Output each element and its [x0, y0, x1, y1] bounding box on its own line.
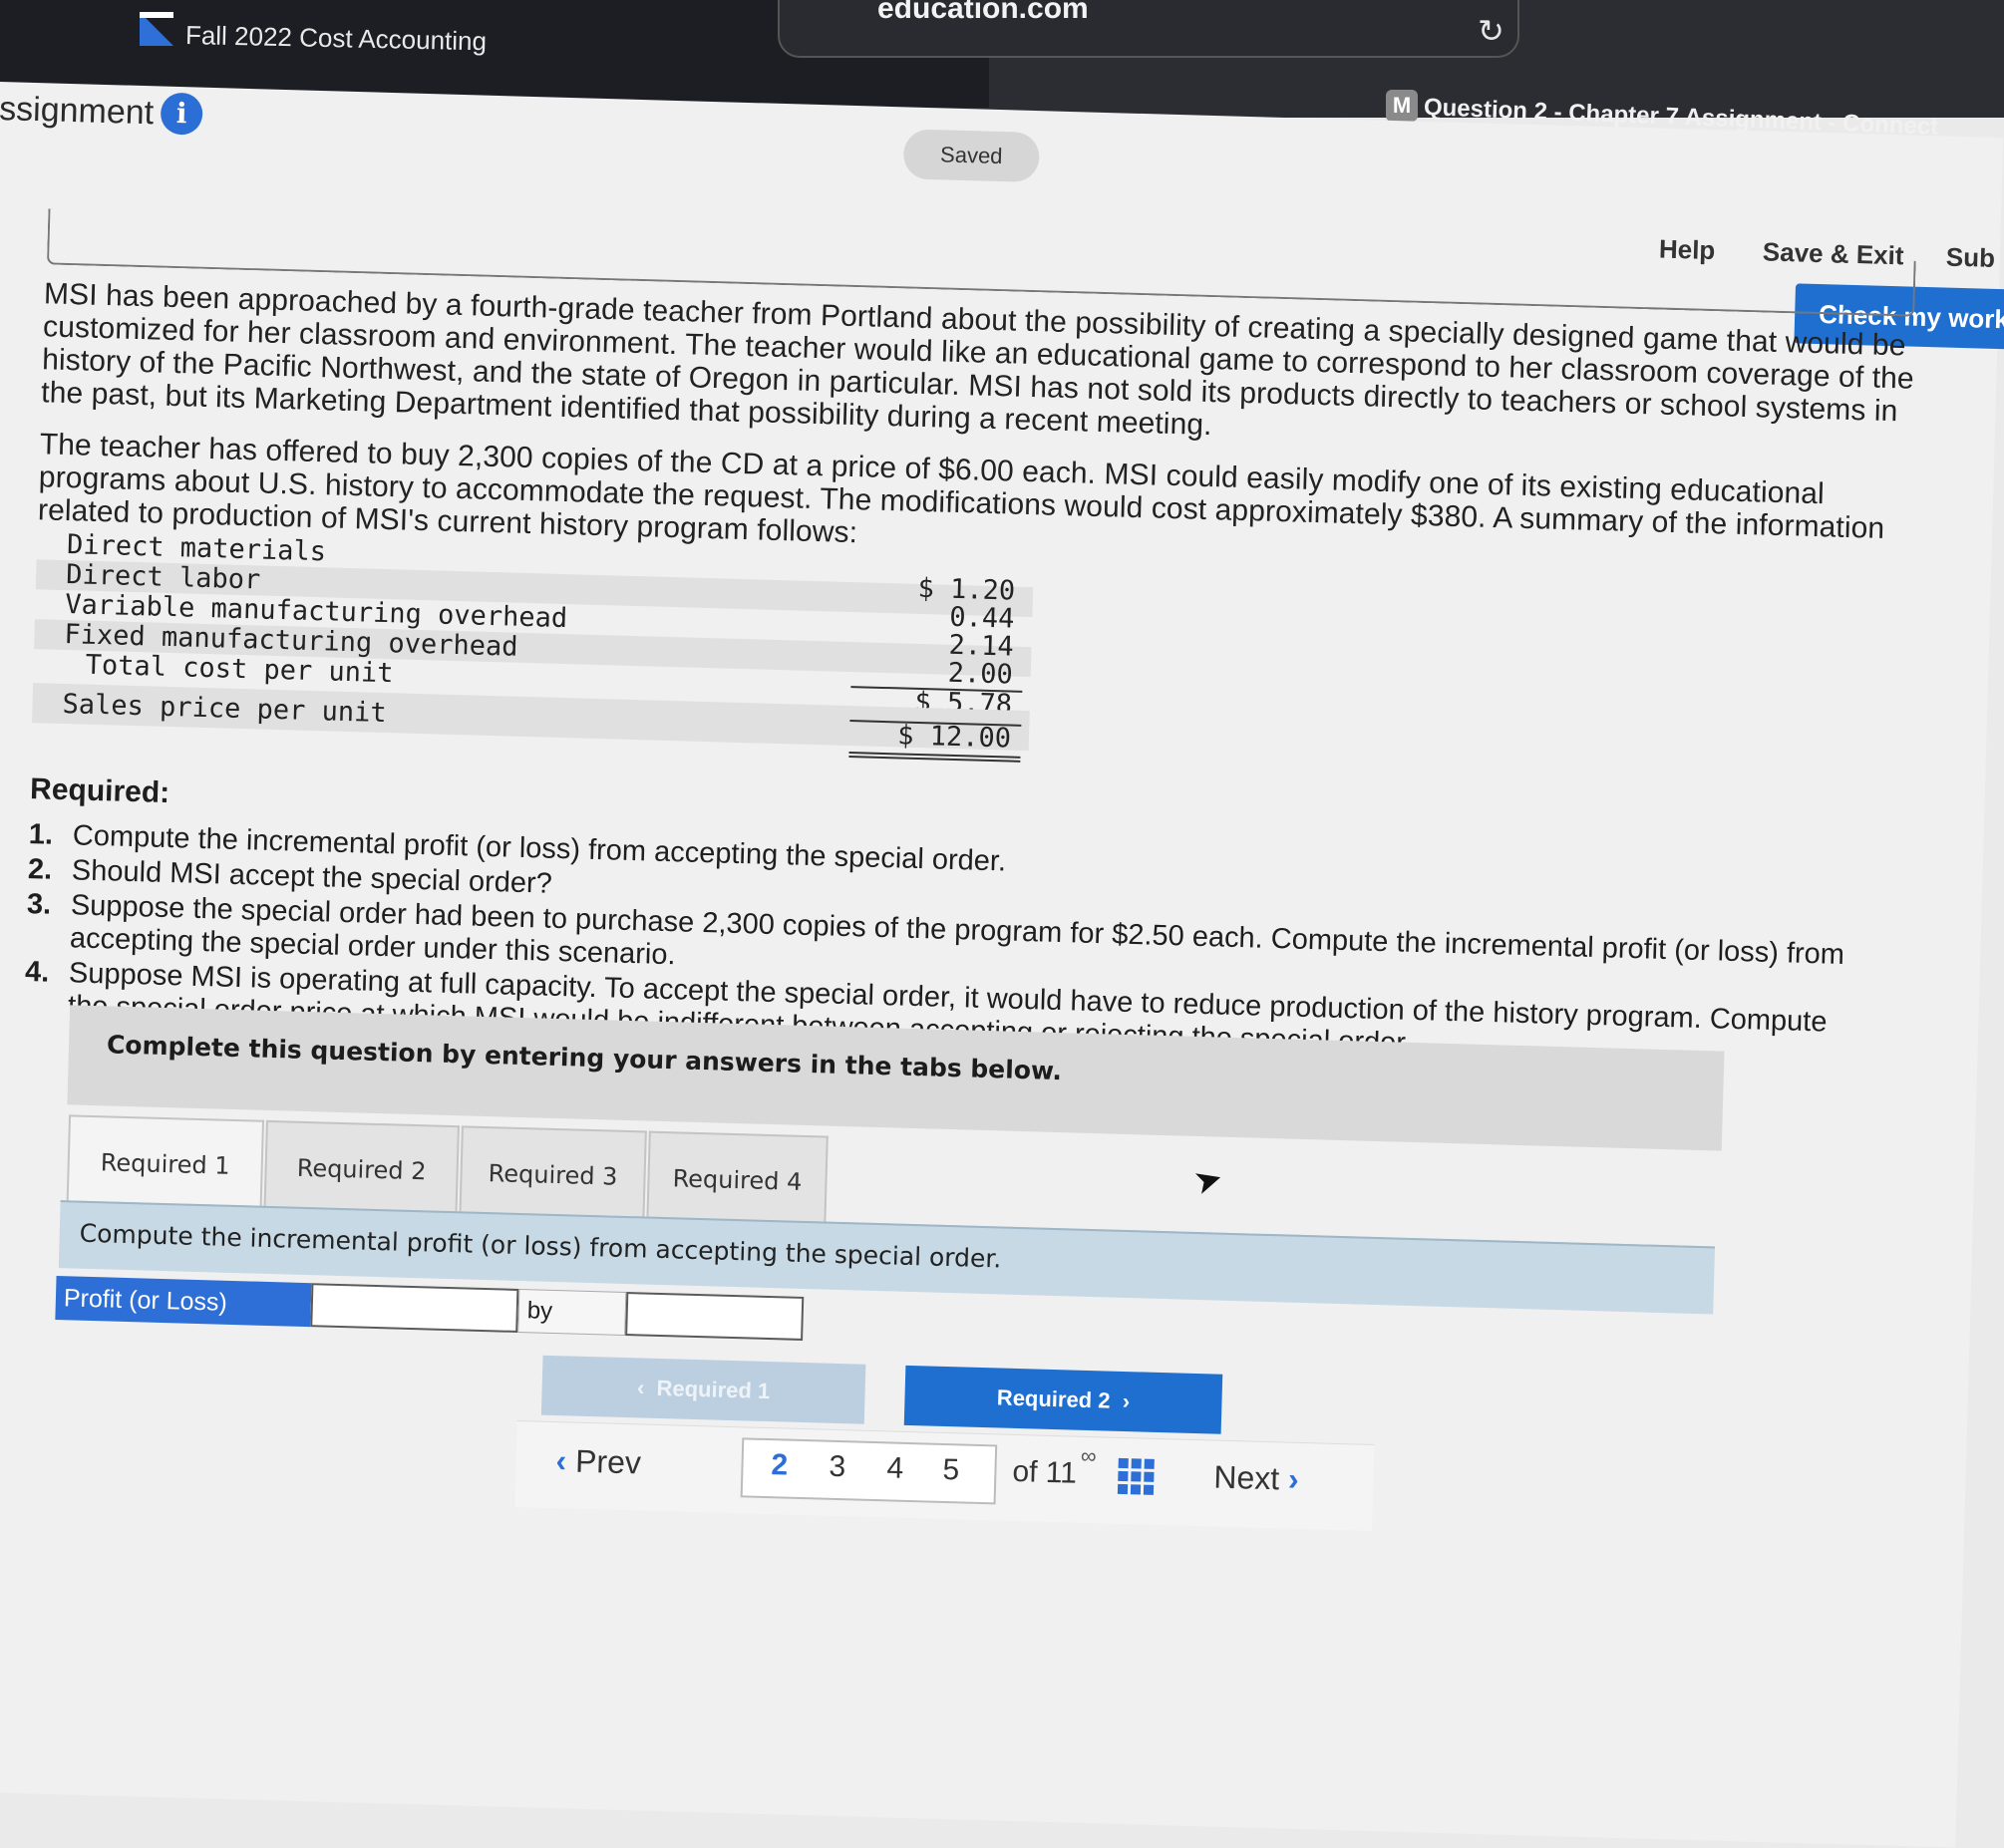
cost-value-sales: $ 12.00 — [896, 720, 1012, 755]
cost-label: Sales price per unit — [62, 688, 388, 730]
list-number: 1. — [28, 818, 54, 851]
next-required-label: Required 2 — [996, 1385, 1111, 1413]
assignment-page: ssignment i Saved Help Save & Exit Sub C… — [0, 82, 2004, 1848]
browser-tab-title: Fall 2022 Cost Accounting — [184, 20, 488, 57]
tab-required-4[interactable]: Required 4 — [646, 1130, 829, 1226]
chevron-right-icon: › — [1287, 1460, 1300, 1497]
cost-label: Total cost per unit — [85, 649, 394, 690]
info-icon[interactable]: i — [160, 92, 203, 136]
favicon-bar — [140, 12, 173, 18]
chevron-left-icon: ‹ — [555, 1442, 567, 1479]
mouse-cursor-icon: ➤ — [1188, 1158, 1227, 1203]
url-text: education.com — [877, 0, 1089, 25]
next-question-button[interactable]: Next › — [1213, 1459, 1299, 1498]
question-pager: ‹ Prev ∞ 2 3 4 5 of 11 Next › — [514, 1420, 1375, 1531]
profit-label: Profit (or Loss) — [55, 1276, 312, 1328]
required-heading: Required: — [29, 772, 170, 810]
submit-link[interactable]: Sub — [1945, 242, 1995, 274]
page-number[interactable]: 3 — [829, 1450, 846, 1484]
list-number: 2. — [27, 853, 53, 886]
prev-required-label: Required 1 — [656, 1375, 771, 1404]
link-icon: ∞ — [1080, 1442, 1097, 1469]
page-numbers: ∞ 2 3 4 5 — [740, 1437, 1097, 1505]
tab-required-1[interactable]: Required 1 — [66, 1114, 265, 1210]
grid-icon[interactable] — [1117, 1457, 1155, 1495]
chevron-right-icon: › — [1110, 1387, 1131, 1414]
by-label: by — [517, 1289, 627, 1337]
profit-amount-input[interactable] — [310, 1283, 519, 1333]
cost-summary-table: Direct materials Direct labor $ 1.20 Var… — [32, 529, 1034, 763]
page-number[interactable]: 5 — [942, 1453, 960, 1487]
prev-label: Prev — [574, 1442, 642, 1481]
list-number: 3. — [26, 888, 52, 921]
tab-required-3[interactable]: Required 3 — [459, 1125, 647, 1221]
page-count: of 11 — [1012, 1454, 1078, 1490]
profit-answer-row: Profit (or Loss) by — [55, 1276, 805, 1341]
tab-prompt-text: Compute the incremental profit (or loss)… — [79, 1218, 1002, 1274]
prev-required-button[interactable]: ‹ Required 1 — [540, 1355, 866, 1424]
assignment-title: ssignment — [0, 89, 155, 133]
chevron-left-icon: ‹ — [636, 1375, 657, 1400]
saved-status-badge: Saved — [902, 129, 1040, 183]
prev-question-button[interactable]: ‹ Prev — [555, 1442, 641, 1481]
profit-or-loss-select[interactable] — [625, 1292, 805, 1341]
m-badge-icon: M — [1386, 90, 1418, 122]
list-number: 4. — [24, 956, 50, 989]
page-number[interactable]: 4 — [886, 1451, 904, 1485]
page-number-current[interactable]: 2 — [771, 1448, 789, 1482]
cost-value: 2.00 — [947, 657, 1014, 691]
tab-required-2[interactable]: Required 2 — [263, 1119, 460, 1216]
reload-icon[interactable]: ↻ — [1478, 12, 1504, 50]
instructions-text: Complete this question by entering your … — [106, 1030, 1063, 1086]
next-required-button[interactable]: Required 2 › — [903, 1365, 1223, 1434]
next-label: Next — [1212, 1458, 1280, 1497]
